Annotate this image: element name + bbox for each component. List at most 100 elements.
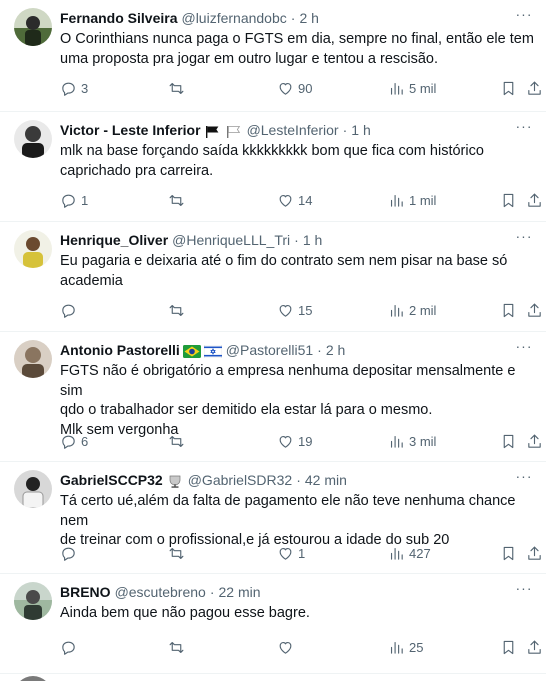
separator: ·	[296, 472, 301, 488]
israel-flag-icon	[203, 344, 223, 358]
author-handle[interactable]: @Pastorelli51	[226, 341, 313, 359]
views-icon	[390, 641, 403, 654]
tweet-actions: 3 90 5 mil	[60, 78, 541, 98]
bookmark-button[interactable]	[500, 431, 517, 451]
retweet-button[interactable]	[168, 637, 189, 657]
tweet-text: FGTS não é obrigatório a empresa nenhuma…	[60, 362, 534, 440]
more-options-icon[interactable]: ···	[514, 228, 534, 244]
reply-button[interactable]: 3	[60, 78, 88, 98]
like-count: 1	[298, 545, 306, 561]
tweet[interactable]: BRENO @escutebreno · 22 min ··· Ainda be…	[0, 574, 546, 674]
retweet-button[interactable]	[168, 78, 189, 98]
views-count: 25	[409, 639, 424, 655]
share-button[interactable]	[526, 543, 543, 563]
share-button[interactable]	[526, 190, 543, 210]
author-name[interactable]: Victor - Leste Inferior	[60, 121, 201, 139]
tweet[interactable]: Fernando Silveira @luizfernandobc · 2 h …	[0, 0, 546, 112]
views-icon	[390, 547, 403, 560]
share-button[interactable]	[526, 78, 543, 98]
tweet-time[interactable]: 2 h	[326, 341, 345, 359]
reply-button[interactable]	[60, 300, 81, 320]
tweet-text: mlk na base forçando saída kkkkkkkkk bom…	[60, 142, 534, 181]
tweet[interactable]: Henrique_Oliver @HenriqueLLL_Tri · 1 h ·…	[0, 222, 546, 332]
bookmark-button[interactable]	[500, 637, 517, 657]
avatar[interactable]	[14, 470, 52, 508]
views-count: 2 mil	[409, 302, 437, 318]
reply-button[interactable]	[60, 637, 81, 657]
author-name[interactable]: Fernando Silveira	[60, 9, 177, 27]
tweet[interactable]: Antonio Pastorelli @Pastorelli51 · 2 h ·…	[0, 332, 546, 462]
views-button[interactable]: 3 mil	[388, 431, 436, 451]
like-button[interactable]: 1	[277, 543, 305, 563]
more-options-icon[interactable]: ···	[514, 580, 534, 596]
reply-button[interactable]: 6	[60, 431, 88, 451]
share-button[interactable]	[526, 300, 543, 320]
avatar[interactable]	[14, 676, 52, 681]
views-button[interactable]: 427	[388, 543, 431, 563]
more-options-icon[interactable]: ···	[514, 6, 534, 22]
views-button[interactable]: 2 mil	[388, 300, 436, 320]
heart-icon	[279, 641, 292, 654]
bookmark-icon	[503, 434, 514, 448]
views-button[interactable]: 25	[388, 637, 423, 657]
reply-button[interactable]: 1	[60, 190, 88, 210]
views-button[interactable]: 1 mil	[388, 190, 436, 210]
tweet-time[interactable]: 1 h	[351, 121, 370, 139]
tweet-actions: 25	[60, 637, 541, 657]
retweet-button[interactable]	[168, 431, 189, 451]
more-options-icon[interactable]: ···	[514, 338, 534, 354]
avatar[interactable]	[14, 120, 52, 158]
like-button[interactable]	[277, 637, 298, 657]
more-options-icon[interactable]: ···	[514, 118, 534, 134]
tweet-text-line: FGTS não é obrigatório a empresa nenhuma…	[60, 363, 516, 399]
retweet-button[interactable]	[168, 190, 189, 210]
author-handle[interactable]: @HenriqueLLL_Tri	[172, 231, 290, 249]
like-button[interactable]: 19	[277, 431, 312, 451]
tweet-time[interactable]: 2 h	[299, 9, 318, 27]
author-name[interactable]: GabrielSCCP32	[60, 471, 163, 489]
tweet[interactable]: Victor - Leste Inferior @LesteInferior ·…	[0, 112, 546, 222]
author-handle[interactable]: @GabrielSDR32	[188, 471, 292, 489]
bookmark-button[interactable]	[500, 78, 517, 98]
tweet-text-line: Tá certo ué,além da falta de pagamento e…	[60, 493, 516, 529]
bookmark-icon	[503, 193, 514, 207]
author-name[interactable]: Henrique_Oliver	[60, 231, 168, 249]
like-button[interactable]: 14	[277, 190, 312, 210]
share-button[interactable]	[526, 637, 543, 657]
tweet-text: Tá certo ué,além da falta de pagamento e…	[60, 492, 534, 551]
author-name[interactable]: BRENO	[60, 583, 111, 601]
bookmark-button[interactable]	[500, 543, 517, 563]
tweet[interactable]: GabrielSCCP32 @GabrielSDR32 · 42 min ···…	[0, 462, 546, 574]
bookmark-icon	[503, 640, 514, 654]
more-options-icon[interactable]: ···	[514, 468, 534, 484]
author-name[interactable]: Antonio Pastorelli	[60, 341, 180, 359]
reply-icon	[62, 194, 75, 208]
separator: ·	[290, 10, 296, 26]
views-button[interactable]: 5 mil	[388, 78, 436, 98]
avatar[interactable]	[14, 8, 52, 46]
heart-icon	[279, 547, 292, 560]
bookmark-button[interactable]	[500, 190, 517, 210]
reply-button[interactable]	[60, 543, 81, 563]
tweet-time[interactable]: 1 h	[303, 231, 322, 249]
tweet-time[interactable]: 22 min	[219, 583, 261, 601]
author-handle[interactable]: @LesteInferior	[247, 121, 339, 139]
share-icon	[528, 193, 541, 207]
retweet-button[interactable]	[168, 543, 189, 563]
tweet-text-line: academia	[60, 272, 123, 289]
avatar[interactable]	[14, 582, 52, 620]
like-button[interactable]: 15	[277, 300, 312, 320]
reply-icon	[62, 641, 75, 655]
tweet-text-line: mlk na base forçando saída kkkkkkkkk bom…	[60, 143, 484, 159]
views-count: 1 mil	[409, 192, 437, 208]
like-button[interactable]: 90	[277, 78, 312, 98]
author-handle[interactable]: @escutebreno	[115, 583, 206, 601]
author-handle[interactable]: @luizfernandobc	[181, 9, 286, 27]
avatar[interactable]	[14, 230, 52, 268]
avatar[interactable]	[14, 340, 52, 378]
share-button[interactable]	[526, 431, 543, 451]
tweet-time[interactable]: 42 min	[305, 471, 347, 489]
bookmark-button[interactable]	[500, 300, 517, 320]
retweet-button[interactable]	[168, 300, 189, 320]
tweet-text: Ainda bem que não pagou esse bagre.	[60, 604, 534, 624]
